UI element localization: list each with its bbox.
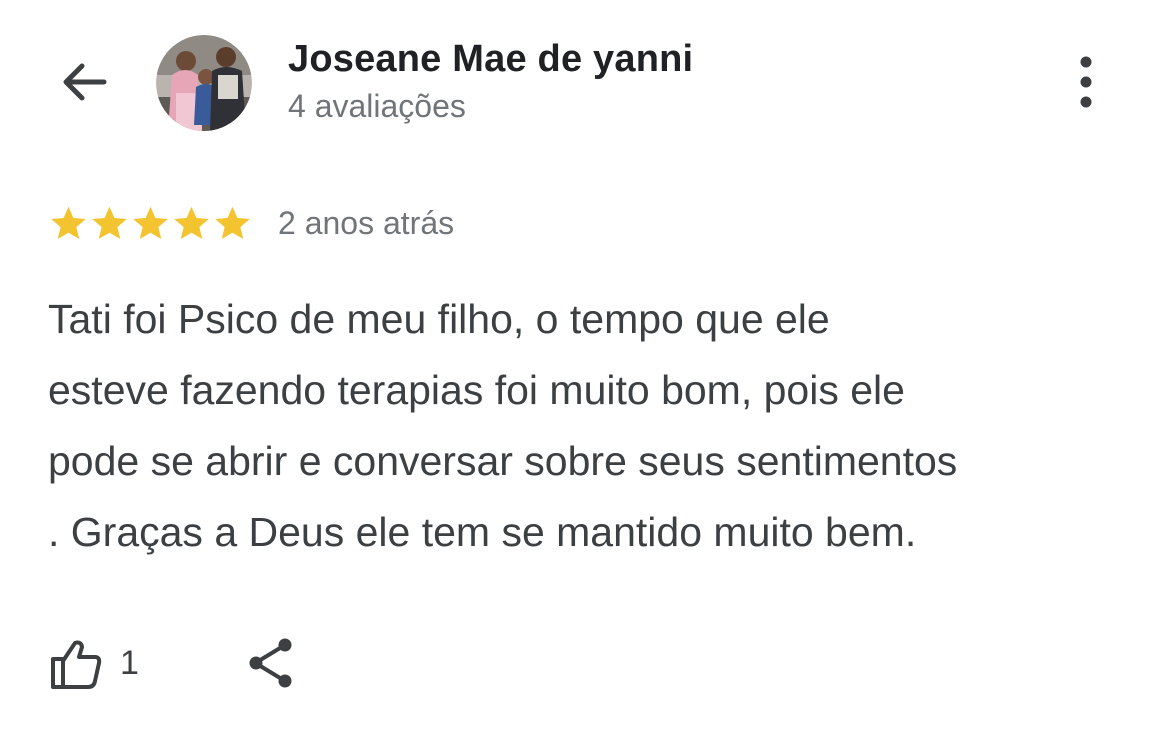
review-text-line: esteve fazendo terapias foi muito bom, p…	[48, 367, 905, 413]
author-name[interactable]: Joseane Mae de yanni	[288, 38, 693, 81]
review-text: Tati foi Psico de meu filho, o tempo que…	[48, 284, 1138, 568]
arrow-back-icon	[63, 63, 107, 101]
like-button[interactable]: 1	[48, 635, 139, 691]
author-review-count: 4 avaliações	[288, 88, 466, 124]
star-icon	[133, 206, 168, 239]
review-text-line: pode se abrir e conversar sobre seus sen…	[48, 438, 958, 484]
share-icon	[249, 638, 292, 688]
review-time: 2 anos atrás	[278, 204, 455, 241]
like-count: 1	[120, 643, 139, 682]
review-text-line: Tati foi Psico de meu filho, o tempo que…	[48, 296, 830, 342]
star-icon	[174, 206, 209, 239]
star-icon	[51, 206, 86, 239]
star-rating	[48, 203, 253, 244]
review-text-line: . Graças a Deus ele tem se mantido muito…	[48, 509, 917, 555]
review-header: Joseane Mae de yanni 4 avaliações	[0, 0, 1170, 160]
profile-photo	[156, 35, 252, 131]
avatar[interactable]	[156, 35, 252, 131]
share-button[interactable]	[245, 635, 297, 691]
rating-row: 2 anos atrás	[48, 200, 454, 246]
back-button[interactable]	[54, 52, 114, 112]
star-icon	[92, 206, 127, 239]
more-vertical-icon	[1080, 56, 1092, 108]
more-options-button[interactable]	[1064, 52, 1108, 112]
review-actions: 1	[48, 630, 297, 696]
thumb-up-icon	[51, 640, 102, 689]
star-icon	[215, 206, 250, 239]
